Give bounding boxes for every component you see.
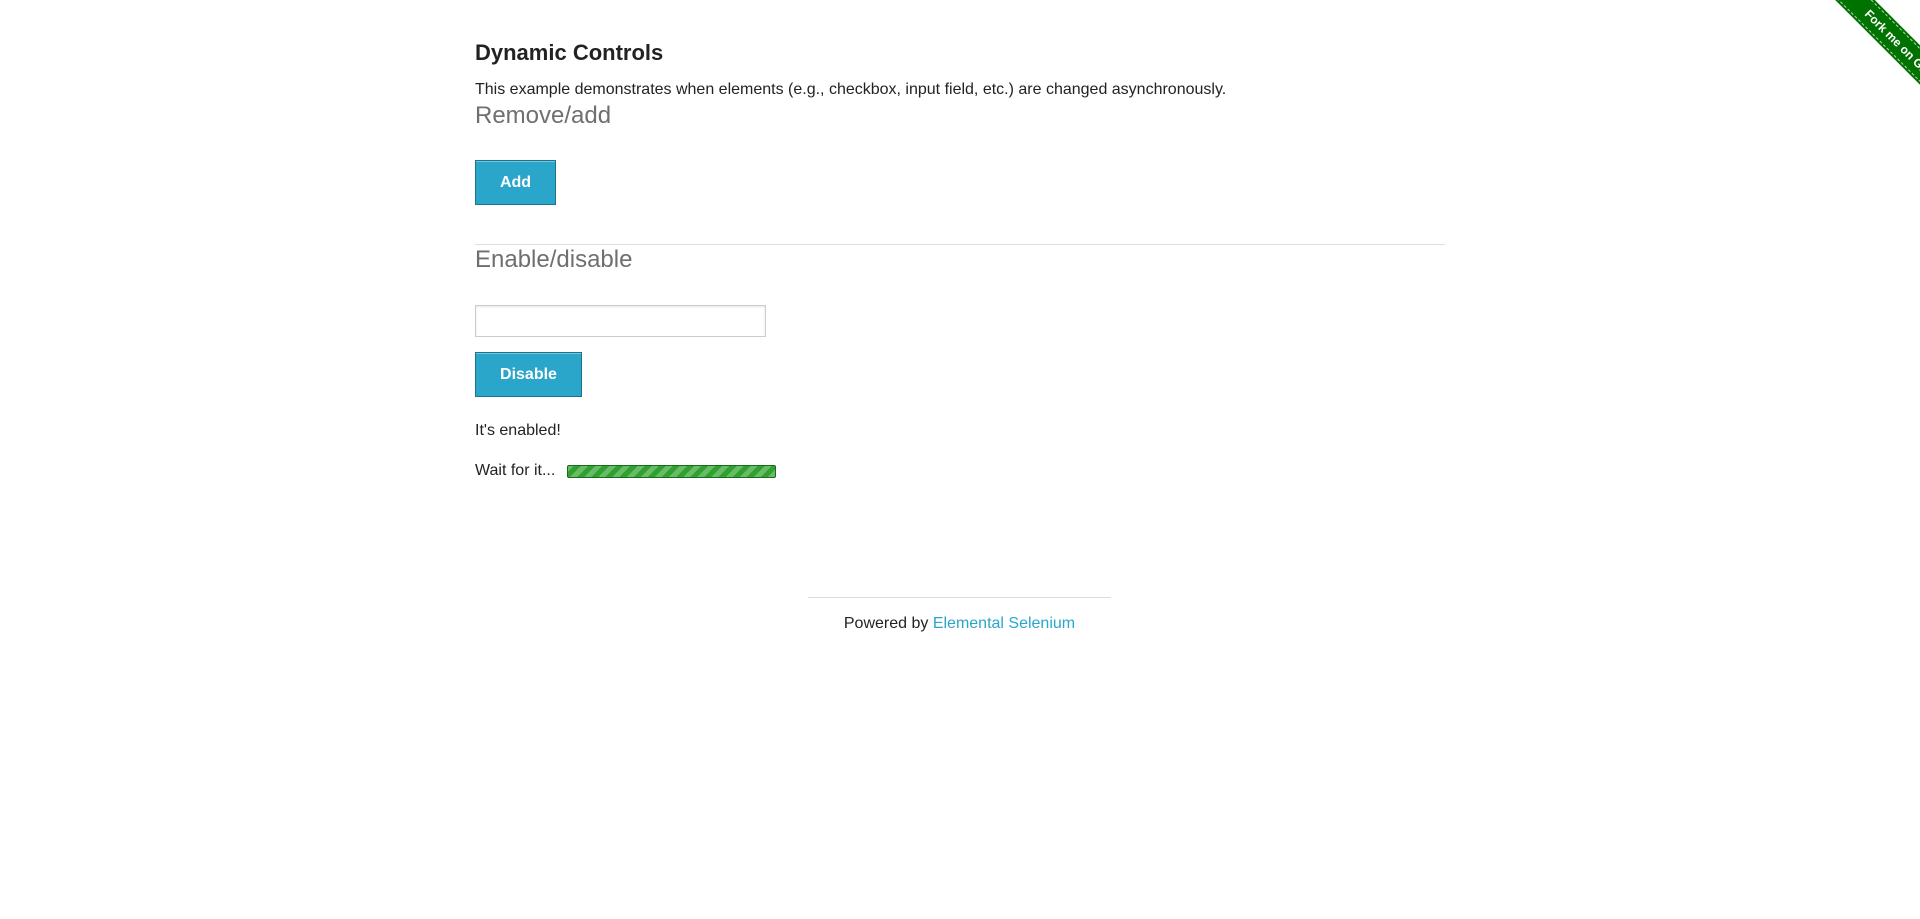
enable-disable-heading: Enable/disable xyxy=(475,246,633,273)
github-ribbon: Fork me on GitHub xyxy=(1771,0,1920,149)
page: Dynamic Controls This example demonstrat… xyxy=(0,0,1920,919)
disable-button[interactable]: Disable xyxy=(475,352,582,397)
loading-text: Wait for it... xyxy=(475,462,556,479)
loading-progress-bar xyxy=(567,464,777,478)
fork-me-on-github-link[interactable]: Fork me on GitHub xyxy=(1815,0,1920,140)
main-content: Dynamic Controls This example demonstrat… xyxy=(475,38,1445,482)
remove-add-heading: Remove/add xyxy=(475,102,612,129)
status-message: It's enabled! xyxy=(475,422,561,439)
footer-prefix: Powered by xyxy=(843,615,933,632)
elemental-selenium-link[interactable]: Elemental Selenium xyxy=(933,615,1075,632)
footer: Powered by Elemental Selenium xyxy=(808,597,1111,633)
loading-indicator: Wait for it... xyxy=(475,460,1445,482)
page-description: This example demonstrates when elements … xyxy=(475,81,1227,98)
page-title: Dynamic Controls xyxy=(475,40,664,65)
text-input-field[interactable] xyxy=(475,305,766,337)
add-button[interactable]: Add xyxy=(475,160,556,205)
